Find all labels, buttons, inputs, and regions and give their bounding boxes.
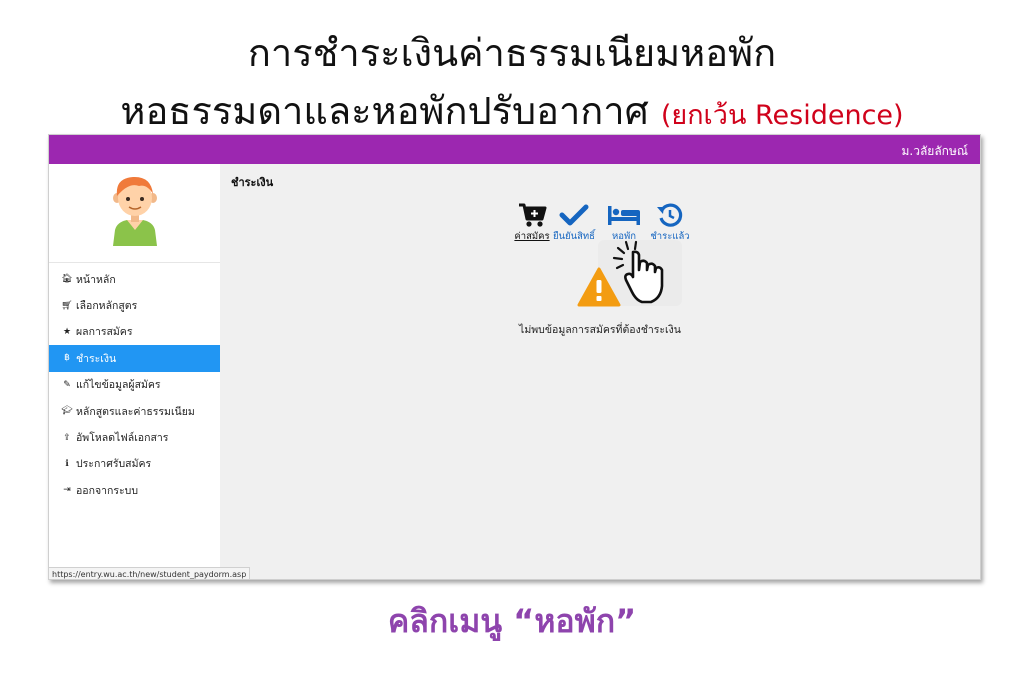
payment-steps: ค่าสมัคร ยืนยันสิทธิ์ หอพัก ชำระแล้ว [508,202,693,242]
sidebar-item-label: หน้าหลัก [76,273,116,286]
sidebar-item-label: หลักสูตรและค่าธรรมเนียม [76,405,195,418]
top-navbar: ม.วลัยลักษณ์ [49,135,980,164]
page-title: ชำระเงิน [231,176,274,189]
sidebar-item-upload[interactable]: ⇪ อัพโหลดไฟล์เอกสาร [49,424,220,450]
slide-title-note: (ยกเว้น Residence) [660,100,904,131]
step-label: ค่าสมัคร [514,231,550,242]
step-dormitory[interactable]: หอพัก [600,202,648,244]
slide-title-main: หอธรรมดาและหอพักปรับอากาศ [120,89,649,133]
user-name[interactable]: ม.วลัยลักษณ์ [901,142,968,161]
sidebar-item-label: ผลการสมัคร [76,326,133,339]
profile-divider [49,262,220,263]
empty-state-message: ไม่พบข้อมูลการสมัครที่ต้องชำระเงิน [519,324,681,336]
sign-out-icon: ⇥ [63,485,71,496]
sidebar-item-logout[interactable]: ⇥ ออกจากระบบ [49,477,220,503]
main-content: ชำระเงิน ค่าสมัคร ยืนยันสิทธิ์ หอพัก ชำร… [220,164,980,579]
star-icon: ★ [62,326,72,337]
avatar [113,176,157,246]
home-icon: 🏠︎ [61,274,73,285]
warning-icon [577,267,621,307]
bed-icon [608,206,640,225]
slide-title-line-2: หอธรรมดาและหอพักปรับอากาศ (ยกเว้น Reside… [0,80,1024,141]
cart-plus-icon [519,203,547,227]
pencil-icon: ✎ [63,379,71,390]
upload-icon: ⇪ [63,432,71,443]
sidebar-item-label: แก้ไขข้อมูลผู้สมัคร [76,379,161,392]
step-label: ยืนยันสิทธิ์ [553,231,595,242]
sidebar-item-label: อัพโหลดไฟล์เอกสาร [76,432,169,445]
sidebar-item-results[interactable]: ★ ผลการสมัคร [49,319,220,345]
browser-screenshot: ม.วลัยลักษณ์ 🏠︎ หน้าหลัก 🛒︎ เลือกหลักสูต… [48,134,981,580]
sidebar-item-label: ออกจากระบบ [76,484,138,497]
check-icon [559,204,589,226]
history-icon [657,203,683,227]
sidebar-item-label: ประกาศรับสมัคร [76,458,152,471]
sidebar-item-programs-fees[interactable]: 🎓︎ หลักสูตรและค่าธรรมเนียม [49,398,220,424]
sidebar-menu: 🏠︎ หน้าหลัก 🛒︎ เลือกหลักสูตร ★ ผลการสมัค… [49,266,220,504]
graduation-cap-icon: 🎓︎ [61,406,73,417]
sidebar-item-label: ชำระเงิน [76,352,117,365]
sidebar-item-home[interactable]: 🏠︎ หน้าหลัก [49,266,220,292]
sidebar-item-announcement[interactable]: ℹ ประกาศรับสมัคร [49,451,220,477]
step-application-fee[interactable]: ค่าสมัคร [508,202,556,244]
cart-icon: 🛒︎ [61,300,73,311]
sidebar-item-select-program[interactable]: 🛒︎ เลือกหลักสูตร [49,292,220,318]
info-icon: ℹ [65,458,69,469]
sidebar-item-edit-profile[interactable]: ✎ แก้ไขข้อมูลผู้สมัคร [49,372,220,398]
step-confirm-rights[interactable]: ยืนยันสิทธิ์ [550,202,598,244]
sidebar-item-label: เลือกหลักสูตร [76,300,138,313]
bitcoin-icon: ฿ [64,353,70,364]
hand-pointer-icon [612,240,664,304]
sidebar: 🏠︎ หน้าหลัก 🛒︎ เลือกหลักสูตร ★ ผลการสมัค… [49,164,251,579]
sidebar-item-payment[interactable]: ฿ ชำระเงิน [49,345,220,372]
slide-title-line-1: การชำระเงินค่าธรรมเนียมหอพัก [247,31,777,75]
slide-caption: คลิกเมนู “หอพัก” [387,602,637,640]
step-paid[interactable]: ชำระแล้ว [646,202,694,244]
